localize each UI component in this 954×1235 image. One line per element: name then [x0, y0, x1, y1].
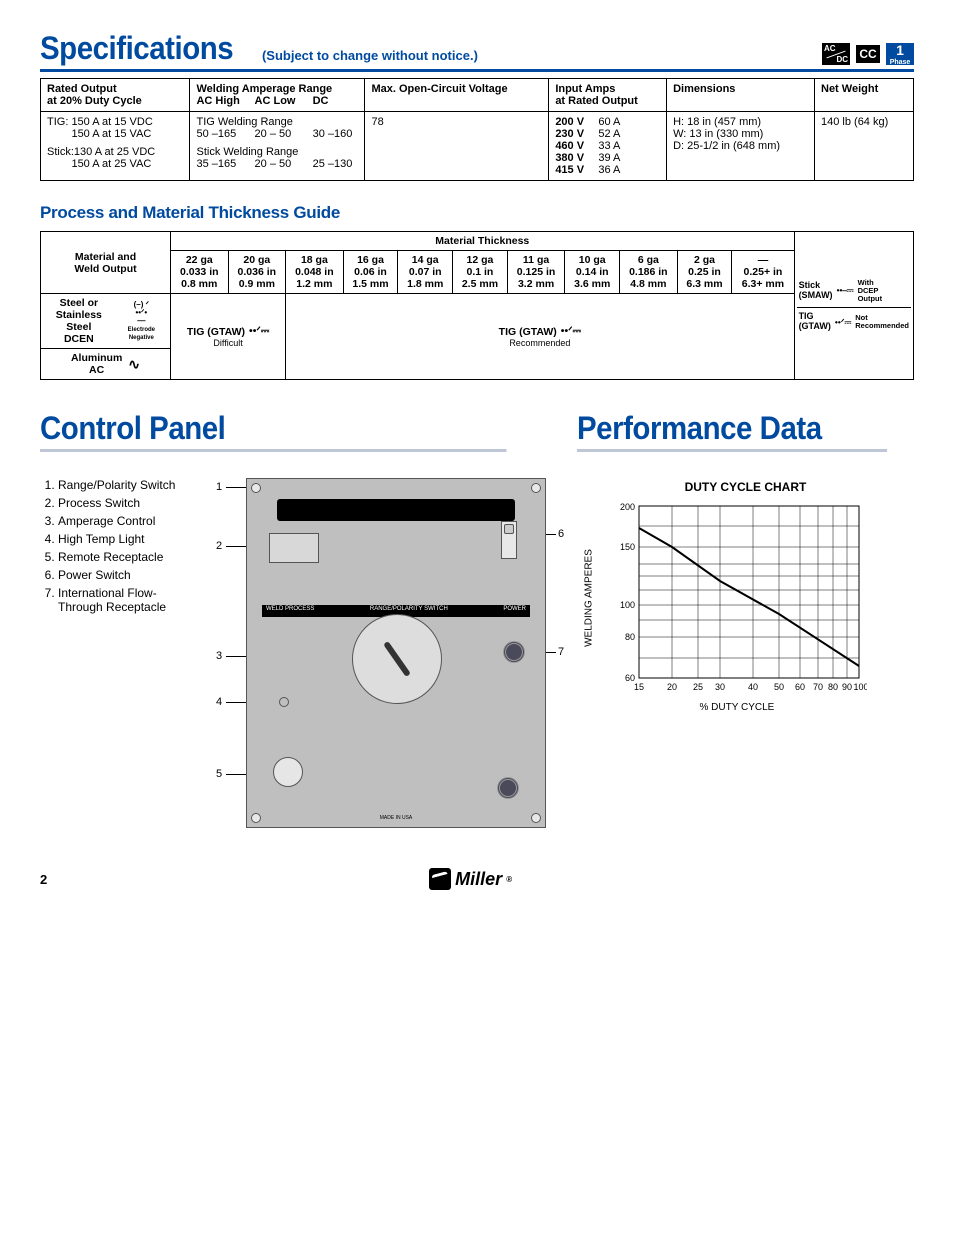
guide-header-top: Material Thickness — [171, 232, 795, 251]
svg-text:80: 80 — [828, 682, 838, 692]
control-panel-list: Range/Polarity Switch Process Switch Amp… — [40, 478, 200, 828]
row-steel: Steel or Stainless Steel DCEN (–) ᐟ••ᐟ•⎯… — [41, 294, 171, 349]
svg-text:80: 80 — [625, 632, 635, 642]
svg-text:90: 90 — [842, 682, 852, 692]
svg-text:25: 25 — [693, 682, 703, 692]
power-switch-icon — [501, 521, 517, 559]
col-net-weight: Net Weight — [815, 79, 914, 112]
cp-item-7: International Flow-Through Receptacle — [58, 586, 200, 614]
guide-row-head: Material and Weld Output — [41, 232, 171, 294]
process-switch-icon — [269, 533, 319, 563]
phase-icon: 1Phase — [886, 43, 914, 65]
miller-logo: Miller® — [429, 868, 512, 890]
cp-item-5: Remote Receptacle — [58, 550, 200, 564]
col-dimensions: Dimensions — [667, 79, 815, 112]
svg-text:70: 70 — [813, 682, 823, 692]
spec-banner: Specifications (Subject to change withou… — [40, 30, 914, 72]
col-input-amps: Input Amps at Rated Output — [549, 79, 667, 112]
stick-icon: ••⎯⎓ — [837, 286, 854, 295]
svg-text:40: 40 — [748, 682, 758, 692]
guide-title: Process and Material Thickness Guide — [40, 203, 914, 223]
legend-stick: Stick (SMAW) ••⎯⎓ With DCEP Output — [797, 275, 911, 309]
acdc-icon — [822, 43, 850, 65]
col-welding-range: Welding Amperage Range AC High AC Low DC — [190, 79, 365, 112]
svg-text:60: 60 — [795, 682, 805, 692]
torch-icon: ••ᐟ⎓ — [835, 318, 851, 327]
svg-text:50: 50 — [774, 682, 784, 692]
cell-input-amps: 200 V 60 A 230 V 52 A 460 V 33 A 380 V 3… — [549, 112, 667, 181]
svg-text:30: 30 — [715, 682, 725, 692]
col-rated-output: Rated Output at 20% Duty Cycle — [41, 79, 190, 112]
remote-receptacle-icon — [273, 757, 303, 787]
control-panel-diagram: 1 2 3 4 5 6 7 — [216, 478, 547, 828]
cp-item-1: Range/Polarity Switch — [58, 478, 200, 492]
torch-small-icon-2: ••ᐟ⎓ — [561, 325, 581, 338]
high-temp-light-icon — [279, 697, 289, 707]
badges: CC 1Phase — [822, 43, 914, 67]
svg-text:100: 100 — [853, 682, 867, 692]
svg-text:200: 200 — [620, 502, 635, 512]
cell-welding-range: TIG Welding Range 50 –165 20 – 50 30 –16… — [190, 112, 365, 181]
performance-title: Performance Data — [577, 410, 887, 452]
cell-max-ocv: 78 — [365, 112, 549, 181]
specs-table: Rated Output at 20% Duty Cycle Welding A… — [40, 78, 914, 181]
guide-table: Material and Weld Output Material Thickn… — [40, 231, 914, 380]
amperage-knob-icon — [352, 614, 442, 704]
cc-icon: CC — [854, 43, 882, 65]
footer: 2 Miller® — [40, 868, 914, 890]
legend-tig: TIG (GTAW) ••ᐟ⎓ Not Recommended — [797, 308, 911, 336]
control-panel-title: Control Panel — [40, 410, 506, 452]
duty-cycle-chart: DUTY CYCLE CHART WELDING AMPERES — [577, 480, 914, 713]
flow-through-port-icon — [503, 641, 525, 663]
torch-small-icon: ••ᐟ⎓ — [249, 325, 269, 338]
tig-recommended-band: TIG (GTAW) ••ᐟ⎓ Recommended — [286, 294, 794, 380]
cell-dimensions: H: 18 in (457 mm) W: 13 in (330 mm) D: 2… — [667, 112, 815, 181]
svg-text:100: 100 — [620, 600, 635, 610]
svg-text:15: 15 — [634, 682, 644, 692]
cell-rated-output: TIG: 150 A at 15 VDC 150 A at 15 VAC Sti… — [41, 112, 190, 181]
panel-port-icon — [497, 777, 519, 799]
svg-text:150: 150 — [620, 542, 635, 552]
cell-net-weight: 140 lb (64 kg) — [815, 112, 914, 181]
specifications-subtitle: (Subject to change without notice.) — [262, 48, 478, 67]
cp-item-6: Power Switch — [58, 568, 200, 582]
cp-item-3: Amperage Control — [58, 514, 200, 528]
col-max-ocv: Max. Open-Circuit Voltage — [365, 79, 549, 112]
range-polarity-switch-icon — [277, 499, 515, 521]
cp-item-2: Process Switch — [58, 496, 200, 510]
cp-item-4: High Temp Light — [58, 532, 200, 546]
ac-wave-icon: ∿ — [128, 356, 140, 373]
specifications-title: Specifications — [40, 30, 233, 67]
tig-difficult-band: TIG (GTAW) ••ᐟ⎓ Difficult — [171, 294, 286, 380]
gauge-row: 22 ga0.033 in0.8 mm 20 ga0.036 in0.9 mm … — [41, 251, 914, 294]
svg-text:20: 20 — [667, 682, 677, 692]
row-aluminum: Aluminum AC ∿ — [41, 349, 171, 380]
miller-swoosh-icon — [429, 868, 451, 890]
page-number: 2 — [40, 872, 47, 887]
